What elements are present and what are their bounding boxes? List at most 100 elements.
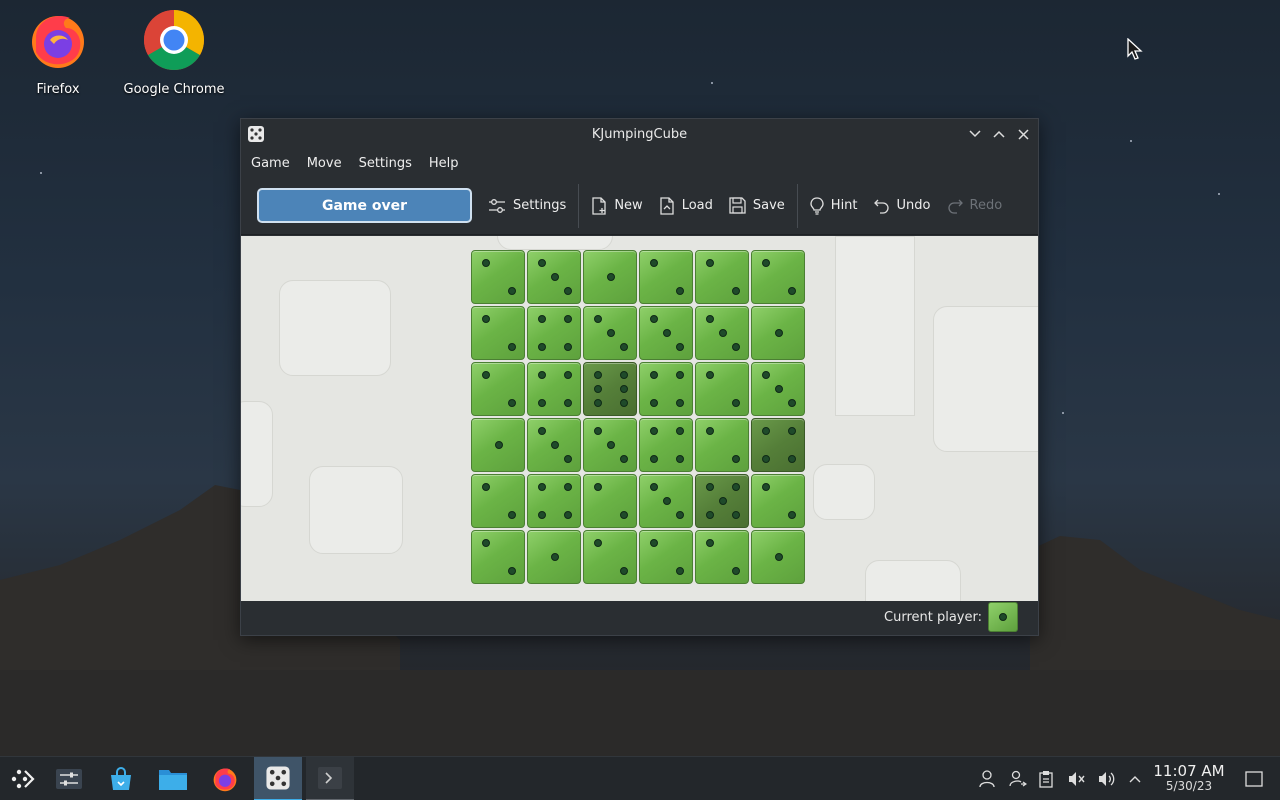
cube-pip: [620, 567, 628, 575]
cube-pip: [663, 497, 671, 505]
background-decoration: [309, 466, 403, 554]
konsole-task-button[interactable]: [306, 757, 354, 800]
firefox-task-button[interactable]: [202, 757, 248, 800]
cube-cell[interactable]: [695, 474, 749, 528]
cube-pip: [594, 385, 602, 393]
microphone-tray-button[interactable]: [1062, 757, 1090, 800]
cube-cell[interactable]: [527, 474, 581, 528]
cube-cell[interactable]: [695, 418, 749, 472]
cube-cell[interactable]: [639, 306, 693, 360]
kjumpingcube-task-button[interactable]: [254, 757, 302, 800]
discover-button[interactable]: [98, 757, 144, 800]
game-status-button[interactable]: Game over: [257, 188, 472, 223]
cube-cell[interactable]: [639, 474, 693, 528]
cube-pip: [706, 427, 714, 435]
cube-cell[interactable]: [527, 530, 581, 584]
cube-pip: [762, 427, 770, 435]
cube-cell[interactable]: [751, 250, 805, 304]
window-titlebar[interactable]: KJumpingCube: [241, 119, 1038, 149]
menu-settings[interactable]: Settings: [353, 152, 418, 175]
save-button[interactable]: Save: [721, 189, 793, 223]
cube-pip: [775, 385, 783, 393]
cube-cell[interactable]: [471, 362, 525, 416]
cube-cell[interactable]: [751, 362, 805, 416]
kde-connect-tray-button[interactable]: [1004, 757, 1032, 800]
cube-cell[interactable]: [695, 530, 749, 584]
cube-cell[interactable]: [583, 418, 637, 472]
clock-date: 5/30/23: [1165, 779, 1213, 793]
cube-cell[interactable]: [639, 418, 693, 472]
cube-pip: [762, 371, 770, 379]
app-launcher-button[interactable]: [0, 757, 46, 800]
close-icon: [1017, 128, 1029, 140]
desktop-icon-firefox[interactable]: Firefox: [3, 8, 113, 97]
cube-cell[interactable]: [695, 362, 749, 416]
cube-cell[interactable]: [527, 362, 581, 416]
cube-pip: [508, 343, 516, 351]
maximize-button[interactable]: [992, 125, 1006, 143]
cube-cell[interactable]: [695, 250, 749, 304]
cube-cell[interactable]: [751, 306, 805, 360]
cube-cell[interactable]: [751, 474, 805, 528]
cube-cell[interactable]: [583, 362, 637, 416]
cube-pip: [594, 315, 602, 323]
cube-cell[interactable]: [639, 362, 693, 416]
clipboard-tray-button[interactable]: [1032, 757, 1060, 800]
cube-cell[interactable]: [751, 418, 805, 472]
cube-cell[interactable]: [583, 306, 637, 360]
cube-pip: [762, 455, 770, 463]
cube-cell[interactable]: [471, 530, 525, 584]
cube-cell[interactable]: [527, 418, 581, 472]
clipboard-icon: [1039, 771, 1053, 788]
cube-cell[interactable]: [471, 250, 525, 304]
cube-cell[interactable]: [527, 306, 581, 360]
cube-pip: [564, 399, 572, 407]
clock[interactable]: 11:07 AM 5/30/23: [1149, 764, 1229, 794]
cube-cell[interactable]: [639, 250, 693, 304]
user-tray-button[interactable]: [973, 757, 1001, 800]
cube-pip: [732, 483, 740, 491]
cube-cell[interactable]: [471, 474, 525, 528]
app-launcher-icon: [11, 769, 35, 789]
new-button[interactable]: New: [583, 189, 650, 223]
load-button[interactable]: Load: [651, 189, 721, 223]
cube-pip: [551, 273, 559, 281]
undo-button[interactable]: Undo: [866, 189, 939, 223]
cube-pip: [594, 399, 602, 407]
toolbar-separator: [796, 183, 798, 228]
kde-connect-icon: [1009, 770, 1027, 787]
system-settings-button[interactable]: [46, 757, 92, 800]
current-player-label: Current player:: [884, 609, 982, 625]
menu-help[interactable]: Help: [423, 152, 465, 175]
star: [711, 82, 713, 84]
cube-cell[interactable]: [583, 250, 637, 304]
cube-pip: [732, 511, 740, 519]
minimize-button[interactable]: [968, 125, 982, 143]
settings-button[interactable]: Settings: [480, 189, 574, 223]
menu-game[interactable]: Game: [245, 152, 296, 175]
cube-cell[interactable]: [527, 250, 581, 304]
redo-button[interactable]: Redo: [939, 189, 1011, 223]
desktop-icon-chrome[interactable]: Google Chrome: [119, 8, 229, 97]
desktop-icon-label: Google Chrome: [123, 82, 225, 97]
cube-pip: [564, 315, 572, 323]
cube-cell[interactable]: [471, 418, 525, 472]
hint-button[interactable]: Hint: [802, 189, 866, 223]
cube-pip: [706, 259, 714, 267]
cube-cell[interactable]: [695, 306, 749, 360]
volume-tray-button[interactable]: [1092, 757, 1120, 800]
cube-cell[interactable]: [751, 530, 805, 584]
close-button[interactable]: [1016, 125, 1030, 143]
cube-cell[interactable]: [583, 530, 637, 584]
cube-pip: [775, 553, 783, 561]
show-desktop-button[interactable]: [1240, 757, 1268, 800]
cube-cell[interactable]: [639, 530, 693, 584]
file-manager-button[interactable]: [150, 757, 196, 800]
menu-move[interactable]: Move: [301, 152, 348, 175]
cube-pip: [676, 399, 684, 407]
cube-cell[interactable]: [583, 474, 637, 528]
cube-cell[interactable]: [471, 306, 525, 360]
cube-pip: [594, 483, 602, 491]
cube-pip: [508, 287, 516, 295]
expand-tray-button[interactable]: [1121, 757, 1149, 800]
